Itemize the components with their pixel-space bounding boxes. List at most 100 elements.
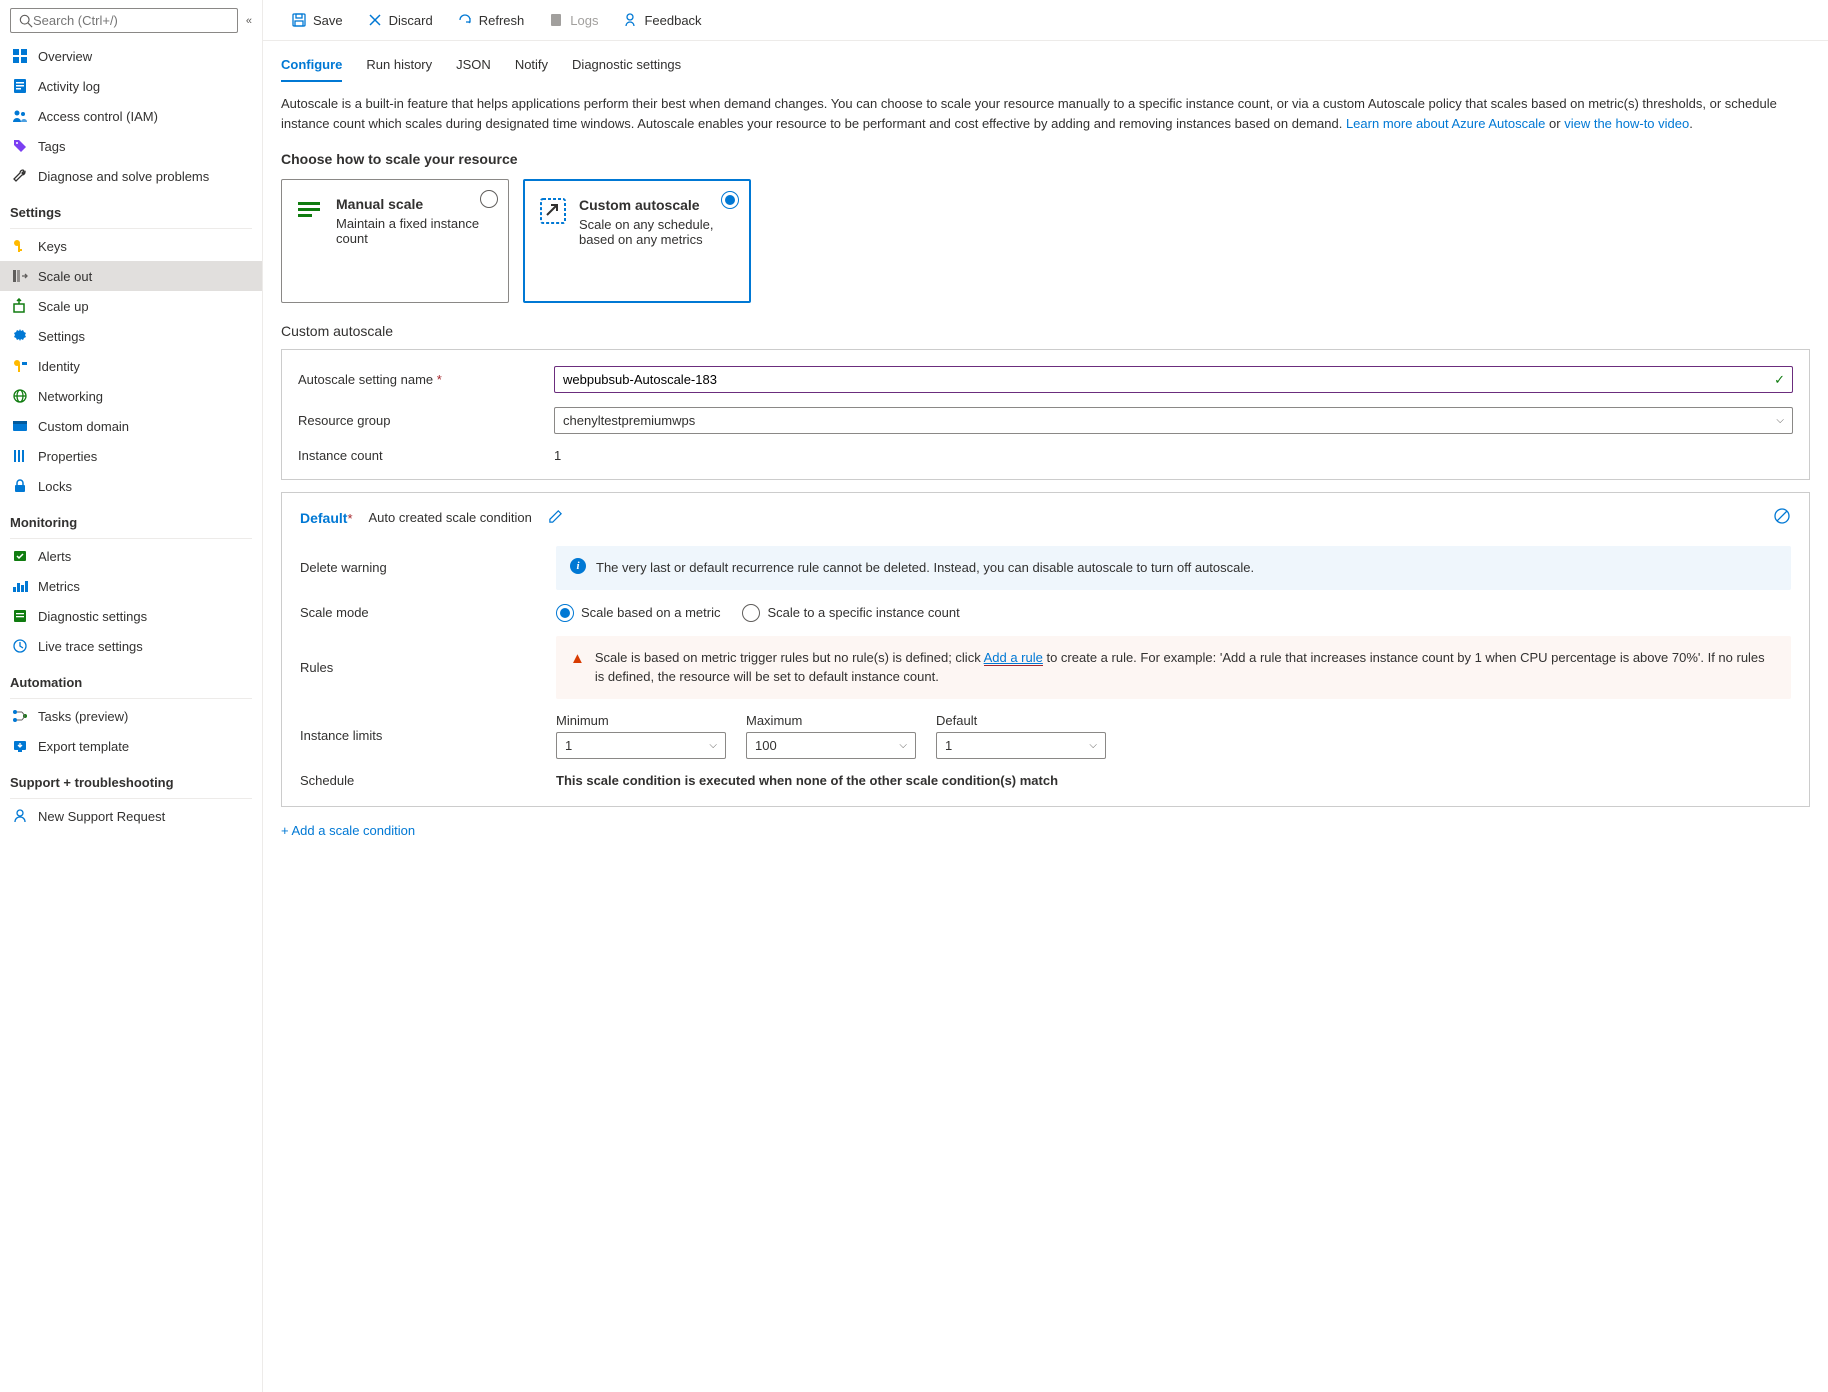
nav-label: Settings	[38, 329, 85, 344]
nav-label: Scale out	[38, 269, 92, 284]
delete-condition-button[interactable]	[1773, 507, 1791, 528]
schedule-text: This scale condition is executed when no…	[556, 773, 1791, 788]
choose-scale-title: Choose how to scale your resource	[281, 151, 1810, 167]
add-scale-condition-button[interactable]: + Add a scale condition	[281, 819, 1810, 842]
nav-label: Access control (IAM)	[38, 109, 158, 124]
toolbar: Save Discard Refresh Logs Feedback	[263, 0, 1828, 41]
add-rule-link[interactable]: Add a rule	[984, 650, 1043, 666]
nav-diagnose[interactable]: Diagnose and solve problems	[0, 161, 262, 191]
custom-autoscale-card[interactable]: Custom autoscale Scale on any schedule, …	[523, 179, 751, 303]
export-icon	[12, 738, 28, 754]
toolbar-label: Feedback	[644, 13, 701, 28]
clock-icon	[12, 638, 28, 654]
default-select[interactable]: 1⌵	[936, 732, 1106, 759]
default-label: Default	[936, 713, 1106, 728]
identity-icon	[12, 358, 28, 374]
nav-access-control[interactable]: Access control (IAM)	[0, 101, 262, 131]
logs-icon	[548, 12, 564, 28]
nav-label: Diagnose and solve problems	[38, 169, 209, 184]
howto-video-link[interactable]: view the how-to video	[1564, 116, 1689, 131]
nav-export-template[interactable]: Export template	[0, 731, 262, 761]
lock-icon	[12, 478, 28, 494]
tab-diagnostic[interactable]: Diagnostic settings	[572, 49, 681, 82]
nav-identity[interactable]: Identity	[0, 351, 262, 381]
nav-keys[interactable]: Keys	[0, 231, 262, 261]
tab-configure[interactable]: Configure	[281, 49, 342, 82]
support-icon	[12, 808, 28, 824]
nav-section-monitoring: Monitoring	[0, 501, 262, 536]
intro-text: Autoscale is a built-in feature that hel…	[281, 94, 1810, 133]
resource-group-label: Resource group	[298, 413, 554, 428]
min-select[interactable]: 1⌵	[556, 732, 726, 759]
nav-label: Locks	[38, 479, 72, 494]
scale-metric-radio[interactable]: Scale based on a metric	[556, 604, 720, 622]
tab-run-history[interactable]: Run history	[366, 49, 432, 82]
toolbar-label: Logs	[570, 13, 598, 28]
search-icon	[19, 14, 33, 28]
info-icon: i	[570, 558, 586, 574]
setting-name-input[interactable]	[554, 366, 1793, 393]
properties-icon	[12, 448, 28, 464]
nav-label: Export template	[38, 739, 129, 754]
nav-scale-up[interactable]: Scale up	[0, 291, 262, 321]
chevron-down-icon: ⌵	[1089, 740, 1097, 751]
nav-metrics[interactable]: Metrics	[0, 571, 262, 601]
feedback-button[interactable]: Feedback	[612, 6, 711, 34]
nav-label: Diagnostic settings	[38, 609, 147, 624]
nav-label: Identity	[38, 359, 80, 374]
nav-tags[interactable]: Tags	[0, 131, 262, 161]
save-button[interactable]: Save	[281, 6, 353, 34]
nav-locks[interactable]: Locks	[0, 471, 262, 501]
nav-label: Tags	[38, 139, 65, 154]
condition-title: Default*	[300, 510, 353, 526]
nav-custom-domain[interactable]: Custom domain	[0, 411, 262, 441]
tab-notify[interactable]: Notify	[515, 49, 548, 82]
rules-label: Rules	[300, 660, 556, 675]
refresh-button[interactable]: Refresh	[447, 6, 535, 34]
discard-icon	[367, 12, 383, 28]
chevron-down-icon: ⌵	[1776, 415, 1784, 426]
setting-name-label: Autoscale setting name *	[298, 372, 554, 387]
tag-icon	[12, 138, 28, 154]
max-select[interactable]: 100⌵	[746, 732, 916, 759]
nav-label: Alerts	[38, 549, 71, 564]
nav-label: Overview	[38, 49, 92, 64]
main-content: Save Discard Refresh Logs Feedback Confi…	[263, 0, 1828, 1392]
nav-overview[interactable]: Overview	[0, 41, 262, 71]
nav-properties[interactable]: Properties	[0, 441, 262, 471]
key-icon	[12, 238, 28, 254]
resource-group-select[interactable]: chenyltestpremiumwps⌵	[554, 407, 1793, 434]
discard-button[interactable]: Discard	[357, 6, 443, 34]
nav-live-trace[interactable]: Live trace settings	[0, 631, 262, 661]
scale-mode-label: Scale mode	[300, 605, 556, 620]
nav-new-support[interactable]: New Support Request	[0, 801, 262, 831]
tab-json[interactable]: JSON	[456, 49, 491, 82]
manual-scale-radio[interactable]	[480, 190, 498, 208]
feedback-icon	[622, 12, 638, 28]
custom-autoscale-radio[interactable]	[721, 191, 739, 209]
nav-scale-out[interactable]: Scale out	[0, 261, 262, 291]
edit-condition-button[interactable]	[548, 509, 563, 527]
manual-scale-card[interactable]: Manual scale Maintain a fixed instance c…	[281, 179, 509, 303]
nav-tasks[interactable]: Tasks (preview)	[0, 701, 262, 731]
collapse-sidebar-button[interactable]: «	[246, 15, 252, 27]
nav-networking[interactable]: Networking	[0, 381, 262, 411]
nav-label: Networking	[38, 389, 103, 404]
nav-activity-log[interactable]: Activity log	[0, 71, 262, 101]
metrics-icon	[12, 578, 28, 594]
nav-label: Custom domain	[38, 419, 129, 434]
scale-count-radio[interactable]: Scale to a specific instance count	[742, 604, 959, 622]
wrench-icon	[12, 168, 28, 184]
delete-warning-label: Delete warning	[300, 560, 556, 575]
learn-more-link[interactable]: Learn more about Azure Autoscale	[1346, 116, 1545, 131]
chevron-down-icon: ⌵	[899, 740, 907, 751]
instance-count-label: Instance count	[298, 448, 554, 463]
delete-warning-box: i The very last or default recurrence ru…	[556, 546, 1791, 590]
autoscale-form: Autoscale setting name * ✓ Resource grou…	[281, 349, 1810, 480]
refresh-icon	[457, 12, 473, 28]
nav-alerts[interactable]: Alerts	[0, 541, 262, 571]
search-box[interactable]	[10, 8, 238, 33]
nav-settings[interactable]: Settings	[0, 321, 262, 351]
search-input[interactable]	[33, 13, 229, 28]
nav-diagnostic-settings[interactable]: Diagnostic settings	[0, 601, 262, 631]
